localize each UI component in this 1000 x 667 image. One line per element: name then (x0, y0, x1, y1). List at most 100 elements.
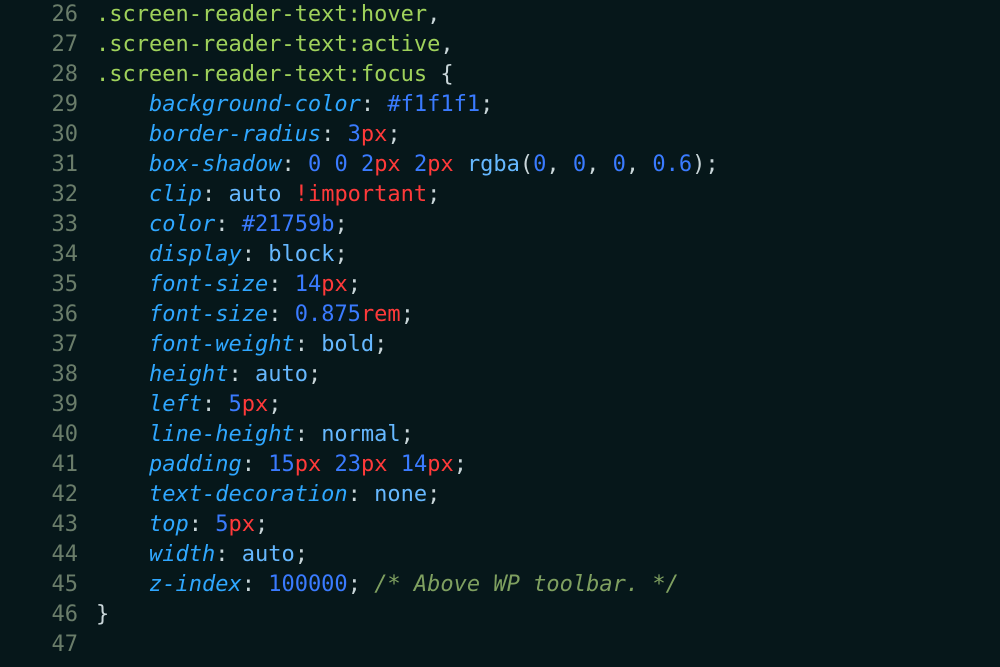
token-num: 0.6 (652, 152, 692, 177)
token-value-txt: normal (321, 422, 400, 447)
code-line[interactable]: clip: auto !important; (96, 180, 1000, 210)
token-punct: : (202, 392, 229, 417)
token-pseudo: :hover (348, 2, 427, 27)
token-num: 0 (613, 152, 626, 177)
code-line[interactable]: font-size: 0.875rem; (96, 300, 1000, 330)
token-punct: : (242, 452, 269, 477)
code-line[interactable] (96, 630, 1000, 660)
token-semi: ; (334, 242, 347, 267)
line-number: 39 (0, 390, 78, 420)
token-punct: ( (520, 152, 533, 177)
indent (96, 92, 149, 117)
token-comment: /* Above WP toolbar. */ (374, 572, 679, 597)
code-line[interactable]: border-radius: 3px; (96, 120, 1000, 150)
token-punct: , (427, 2, 440, 27)
indent (96, 572, 149, 597)
token-semi: ; (348, 272, 361, 297)
token-unit: px (427, 452, 454, 477)
indent (96, 362, 149, 387)
line-number: 30 (0, 120, 78, 150)
token-pseudo: :focus (348, 62, 427, 87)
code-line[interactable]: display: block; (96, 240, 1000, 270)
indent (96, 452, 149, 477)
token-prop: font-size (149, 272, 268, 297)
code-line[interactable]: font-weight: bold; (96, 330, 1000, 360)
line-number: 44 (0, 540, 78, 570)
code-line[interactable]: z-index: 100000; /* Above WP toolbar. */ (96, 570, 1000, 600)
token-prop: background-color (149, 92, 361, 117)
token-punct: : (321, 122, 348, 147)
line-number: 34 (0, 240, 78, 270)
token-punct: : (242, 572, 269, 597)
token-semi: ; (387, 122, 400, 147)
token-prop: border-radius (149, 122, 321, 147)
indent (96, 122, 149, 147)
token-unit: px (295, 452, 322, 477)
code-line[interactable]: box-shadow: 0 0 2px 2px rgba(0, 0, 0, 0.… (96, 150, 1000, 180)
token-semi: ; (401, 302, 414, 327)
token-prop: padding (149, 452, 242, 477)
token-punct: : (268, 272, 295, 297)
token-prop: font-weight (149, 332, 295, 357)
token-hex: #21759b (242, 212, 335, 237)
token-unit: px (361, 122, 388, 147)
indent (96, 212, 149, 237)
code-line[interactable]: background-color: #f1f1f1; (96, 90, 1000, 120)
token-prop: z-index (149, 572, 242, 597)
token-num: 100000 (268, 572, 347, 597)
token-punct (454, 152, 467, 177)
token-prop: box-shadow (149, 152, 281, 177)
token-punct (401, 152, 414, 177)
token-punct (321, 152, 334, 177)
line-number: 46 (0, 600, 78, 630)
token-num: 2 (414, 152, 427, 177)
code-line[interactable]: top: 5px; (96, 510, 1000, 540)
code-line[interactable]: .screen-reader-text:active, (96, 30, 1000, 60)
code-line[interactable]: color: #21759b; (96, 210, 1000, 240)
indent (96, 422, 149, 447)
token-punct: : (215, 542, 242, 567)
indent (96, 182, 149, 207)
indent (96, 332, 149, 357)
code-line[interactable]: .screen-reader-text:focus { (96, 60, 1000, 90)
token-hex: #f1f1f1 (387, 92, 480, 117)
token-prop: top (149, 512, 189, 537)
token-semi: ; (348, 572, 361, 597)
code-line[interactable]: text-decoration: none; (96, 480, 1000, 510)
line-number: 35 (0, 270, 78, 300)
code-line[interactable]: left: 5px; (96, 390, 1000, 420)
token-punct: : (361, 92, 388, 117)
token-selector: .screen-reader-text (96, 2, 348, 27)
token-num: 23 (334, 452, 361, 477)
code-line[interactable]: line-height: normal; (96, 420, 1000, 450)
token-prop: width (149, 542, 215, 567)
code-area[interactable]: .screen-reader-text:hover,.screen-reader… (96, 0, 1000, 667)
token-semi: ; (268, 392, 281, 417)
token-num: 0.875 (295, 302, 361, 327)
token-num: 3 (348, 122, 361, 147)
token-punct: : (202, 182, 229, 207)
token-brace: } (96, 602, 109, 627)
token-prop: line-height (149, 422, 295, 447)
token-prop: font-size (149, 302, 268, 327)
token-punct: ) (692, 152, 705, 177)
token-brace: { (440, 62, 453, 87)
token-semi: ; (374, 332, 387, 357)
token-semi: ; (480, 92, 493, 117)
code-line[interactable]: .screen-reader-text:hover, (96, 0, 1000, 30)
token-semi: ; (401, 422, 414, 447)
token-pseudo: :active (348, 32, 441, 57)
line-number: 45 (0, 570, 78, 600)
token-punct: , (546, 152, 573, 177)
code-line[interactable]: padding: 15px 23px 14px; (96, 450, 1000, 480)
code-line[interactable]: width: auto; (96, 540, 1000, 570)
token-prop: display (149, 242, 242, 267)
code-line[interactable]: font-size: 14px; (96, 270, 1000, 300)
code-editor[interactable]: 2627282930313233343536373839404142434445… (0, 0, 1000, 667)
code-line[interactable]: } (96, 600, 1000, 630)
code-line[interactable]: height: auto; (96, 360, 1000, 390)
token-num: 2 (361, 152, 374, 177)
line-number: 32 (0, 180, 78, 210)
line-number: 26 (0, 0, 78, 30)
token-punct: : (215, 212, 242, 237)
